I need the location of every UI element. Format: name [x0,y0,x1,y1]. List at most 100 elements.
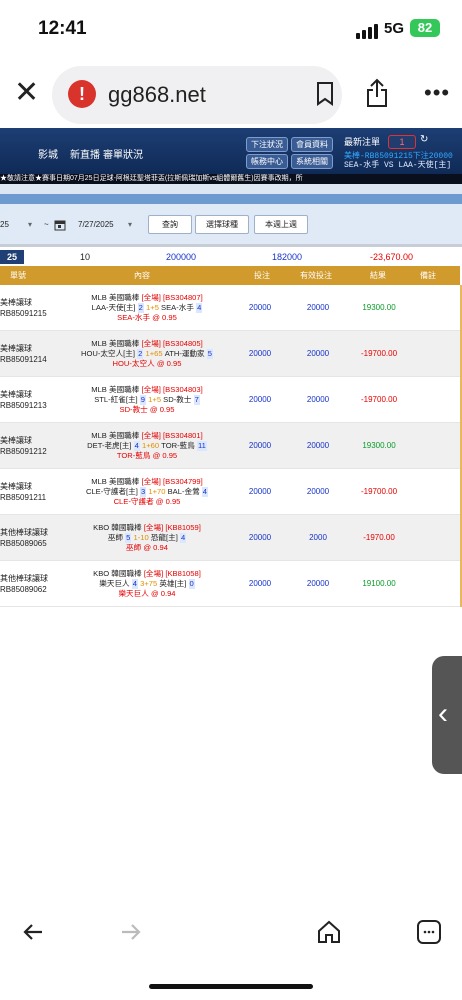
result: -19700.00 [360,349,398,358]
result: -19700.00 [360,395,398,404]
refresh-icon[interactable]: ↻ [420,134,428,145]
start-date-select[interactable]: 25 [0,216,9,233]
home-indicator [149,984,313,989]
signal-icon [356,21,380,39]
scope: [全場] [141,430,161,440]
home-team: 巫師 [107,532,123,542]
chevron-left-icon[interactable]: ‹ [438,694,448,734]
latest-bet-count[interactable]: 1 [388,135,416,149]
content-cell: MLB 美國職棒 [全場] [BS304799] CLE-守護者[主] 3 1+… [64,469,230,514]
scope: [全場] [141,292,161,302]
summary-date: 25 [0,250,24,264]
handicap: 3+75 [140,578,158,588]
nav-cinema[interactable]: 影城 [38,146,58,161]
bookmark-icon[interactable] [316,82,334,111]
summary-count: 10 [80,252,91,262]
bet-type: 美棒讓球 [0,389,32,399]
event-code: [BS304807] [163,292,203,302]
odds: @ 0.95 [152,450,178,460]
end-date-select[interactable]: 7/27/2025 [78,216,114,233]
home-score: 9 [139,394,147,405]
ticket-id: RB85091214 [0,354,47,364]
url-text[interactable]: gg868.net [108,82,206,108]
scope: [全場] [141,338,161,348]
away-score: 4 [196,302,203,313]
bet-type: 美棒讓球 [0,481,32,491]
away-team: 恐龍[主] [150,532,178,542]
ticket-cell: 美棒讓球 RB85091211 [0,469,60,514]
content-cell: MLB 美國職棒 [全場] [BS304807] LAA-天使[主] 2 1+5… [64,285,230,330]
handicap: 1+70 [148,486,166,496]
calendar-icon[interactable] [54,218,66,236]
chevron-down-icon[interactable]: ▾ [128,216,132,233]
query-button[interactable]: 查詢 [148,215,192,234]
home-score: 4 [133,440,140,451]
bet-status-button[interactable]: 下注狀況 [246,137,288,152]
home-score: 2 [137,302,144,313]
home-team: DET-老虎[主] [87,440,132,450]
back-arrow-icon[interactable] [22,922,44,947]
security-warning-icon[interactable]: ! [68,80,96,108]
table-row: 美棒讓球 RB85091215 MLB 美國職棒 [全場] [BS304807]… [0,285,460,331]
valid-amount: 20000 [306,395,330,404]
valid-amount: 20000 [306,487,330,496]
clock: 12:41 [38,18,87,39]
league: MLB 美國職棒 [91,384,140,394]
table-row: 美棒讓球 RB85091213 MLB 美國職棒 [全場] [BS304803]… [0,377,460,423]
tabs-icon[interactable] [416,919,442,950]
handicap: 1+60 [141,440,160,450]
chevron-down-icon[interactable]: ▾ [28,216,32,233]
pick: SEA-水手 [117,312,151,322]
event-code: [BS304803] [163,384,203,394]
handicap: 1-10 [133,532,149,542]
ticket-cell: 美棒讓球 RB85091212 [0,423,60,468]
more-icon[interactable]: ••• [424,80,450,106]
bet-amount: 20000 [248,441,272,450]
system-button[interactable]: 系統相關 [291,154,333,169]
result: 19300.00 [362,441,396,450]
share-icon[interactable] [366,78,388,113]
nav-review-status[interactable]: 審單狀況 [103,146,143,161]
handicap: 1+5 [146,302,159,312]
valid-amount: 2000 [309,533,327,542]
ticket-id: RB85089062 [0,584,47,594]
bet-amount: 20000 [248,579,272,588]
bet-type: 其他棒球讓球 [0,527,48,537]
col-valid: 有效投注 [300,271,332,280]
col-note: 備註 [420,271,436,280]
bet-type: 美棒讓球 [0,435,32,445]
result: -19700.00 [360,487,398,496]
ticket-id: RB85091215 [0,308,47,318]
bets-table: 美棒讓球 RB85091215 MLB 美國職棒 [全場] [BS304807]… [0,285,462,607]
away-score: 4 [179,532,187,543]
col-ticket: 單號 [10,271,26,280]
valid-amount: 20000 [306,441,330,450]
event-code: [BS304805] [163,338,203,348]
odds: @ 0.95 [152,312,177,322]
divider-bar-blue [0,194,462,204]
member-info-button[interactable]: 會員資料 [291,137,333,152]
pick: SD-教士 [119,404,148,414]
home-team: CLE-守護者[主] [85,486,138,496]
account-center-button[interactable]: 帳務中心 [246,154,288,169]
pick: CLE-守護者 [113,496,154,506]
choose-sport-button[interactable]: 選擇球種 [195,215,249,234]
event-code: [BS304799] [163,476,203,486]
home-icon[interactable] [316,919,342,950]
pick: 樂天巨人 [118,588,149,598]
battery-icon: 82 [410,19,440,37]
pick: TOR-藍鳥 [116,450,151,460]
event-code: [KB81059] [165,522,201,532]
close-icon[interactable]: ✕ [14,78,39,108]
divider [0,244,462,247]
league: MLB 美國職棒 [91,476,140,486]
nav-live[interactable]: 新直播 [70,146,100,161]
away-team: SEA-水手 [161,302,194,312]
divider-bar [0,184,462,194]
forward-arrow-icon[interactable] [120,922,142,947]
this-last-week-button[interactable]: 本週上週 [254,215,308,234]
ticket-cell: 美棒讓球 RB85091214 [0,331,60,376]
away-score: 0 [188,578,195,589]
col-content: 內容 [134,271,150,280]
ticket-cell: 其他棒球讓球 RB85089062 [0,561,60,606]
